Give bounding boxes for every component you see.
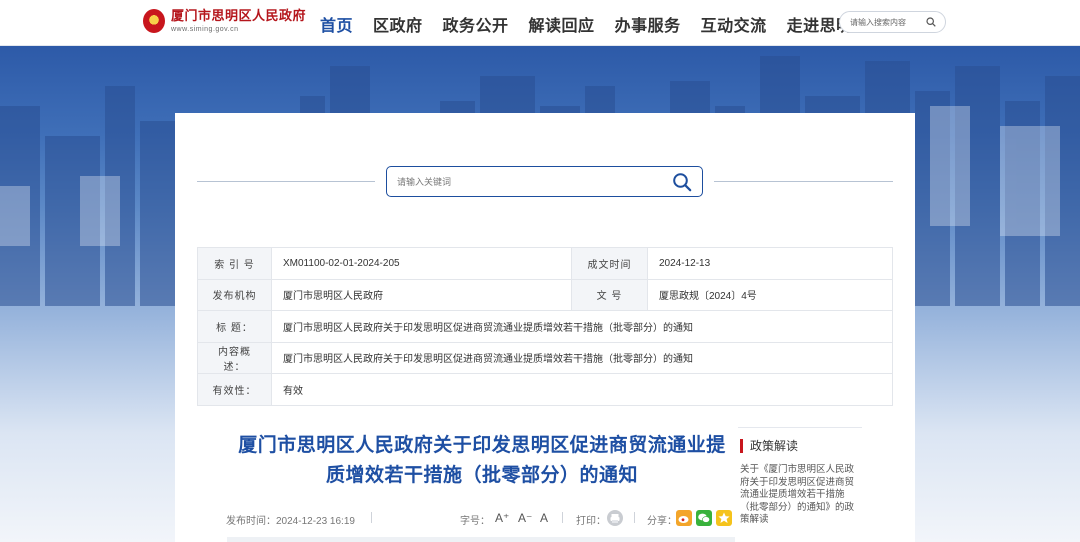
nav-item-government-affairs[interactable]: 政务公开 (443, 12, 509, 36)
divider (371, 512, 372, 523)
title-label: 标 题： (197, 310, 272, 343)
font-size-normal-button[interactable]: A (540, 511, 548, 525)
divider-line (738, 427, 862, 428)
keyword-search-row (197, 166, 893, 198)
validity-label: 有效性： (197, 373, 272, 406)
article-toolbar: 发布时间：2024-12-23 16:19 字号： A⁺ A⁻ A 打印： 分享… (226, 510, 734, 527)
weibo-share-icon[interactable] (676, 510, 692, 526)
issue-date-value: 2024-12-13 (647, 247, 893, 280)
site-url: www.siming.gov.cn (171, 25, 239, 33)
main-nav: 首页 区政府 政务公开 解读回应 办事服务 互动交流 走进思明 (320, 12, 873, 36)
divider-line (197, 181, 375, 182)
keyword-search-input[interactable] (397, 174, 647, 190)
nav-item-interaction[interactable]: 互动交流 (701, 12, 767, 36)
divider-line (714, 181, 893, 182)
site-title: 厦门市思明区人民政府 (171, 8, 307, 24)
summary-value: 厦门市思明区人民政府关于印发思明区促进商贸流通业提质增效若干措施（批零部分）的通… (271, 341, 893, 374)
document-number-label: 文 号 (571, 278, 648, 311)
issue-date-label: 成文时间 (571, 247, 648, 280)
title-value: 厦门市思明区人民政府关于印发思明区促进商贸流通业提质增效若干措施（批零部分）的通… (271, 310, 893, 343)
index-number-value: XM01100-02-01-2024-205 (271, 247, 572, 280)
document-number-value: 厦思政规〔2024〕4号 (647, 278, 893, 311)
article-body-top (227, 537, 735, 542)
table-row: 索 引 号 XM01100-02-01-2024-205 成文时间 2024-1… (197, 247, 893, 280)
content-card: 索 引 号 XM01100-02-01-2024-205 成文时间 2024-1… (175, 113, 915, 542)
table-row: 有效性： 有效 (197, 373, 893, 406)
nav-item-services[interactable]: 办事服务 (615, 12, 681, 36)
nav-item-home[interactable]: 首页 (320, 12, 353, 36)
table-row: 发布机构 厦门市思明区人民政府 文 号 厦思政规〔2024〕4号 (197, 278, 893, 311)
print-label: 打印： (576, 516, 606, 527)
search-icon[interactable] (926, 17, 936, 27)
site-logo[interactable]: 厦门市思明区人民政府 www.siming.gov.cn (143, 9, 306, 33)
wechat-share-icon[interactable] (696, 510, 712, 526)
share-label: 分享： (647, 516, 677, 527)
site-header: 厦门市思明区人民政府 www.siming.gov.cn 首页 区政府 政务公开… (0, 0, 1080, 46)
policy-interpretation-heading: 政策解读 (740, 439, 860, 453)
publish-time: 发布时间：2024-12-23 16:19 (226, 516, 355, 527)
document-metadata-table: 索 引 号 XM01100-02-01-2024-205 成文时间 2024-1… (197, 247, 893, 406)
summary-label: 内容概述： (197, 341, 272, 374)
print-icon[interactable] (607, 510, 623, 526)
font-size-medium-button[interactable]: A⁻ (518, 511, 532, 525)
qzone-share-icon[interactable] (716, 510, 732, 526)
divider (634, 512, 635, 523)
font-size-label: 字号： (460, 516, 490, 527)
divider (562, 512, 563, 523)
table-row: 标 题： 厦门市思明区人民政府关于印发思明区促进商贸流通业提质增效若干措施（批零… (197, 310, 893, 343)
table-row: 内容概述： 厦门市思明区人民政府关于印发思明区促进商贸流通业提质增效若干措施（批… (197, 341, 893, 374)
document-title: 厦门市思明区人民政府关于印发思明区促进商贸流通业提 质增效若干措施（批零部分）的… (238, 435, 726, 486)
policy-interpretation-link[interactable]: 关于《厦门市思明区人民政府关于印发思明区促进商贸流通业提质增效若干措施（批零部分… (740, 464, 860, 527)
header-search (839, 11, 946, 33)
publisher-value: 厦门市思明区人民政府 (271, 278, 572, 311)
nav-item-interpretation[interactable]: 解读回应 (529, 12, 595, 36)
search-icon[interactable] (672, 172, 692, 192)
index-number-label: 索 引 号 (197, 247, 272, 280)
nav-item-district-government[interactable]: 区政府 (373, 12, 423, 36)
keyword-search (386, 166, 703, 197)
national-emblem-icon (143, 9, 165, 33)
font-size-large-button[interactable]: A⁺ (495, 511, 509, 525)
publisher-label: 发布机构 (197, 278, 272, 311)
validity-value: 有效 (271, 373, 893, 406)
header-search-input[interactable] (850, 15, 920, 30)
